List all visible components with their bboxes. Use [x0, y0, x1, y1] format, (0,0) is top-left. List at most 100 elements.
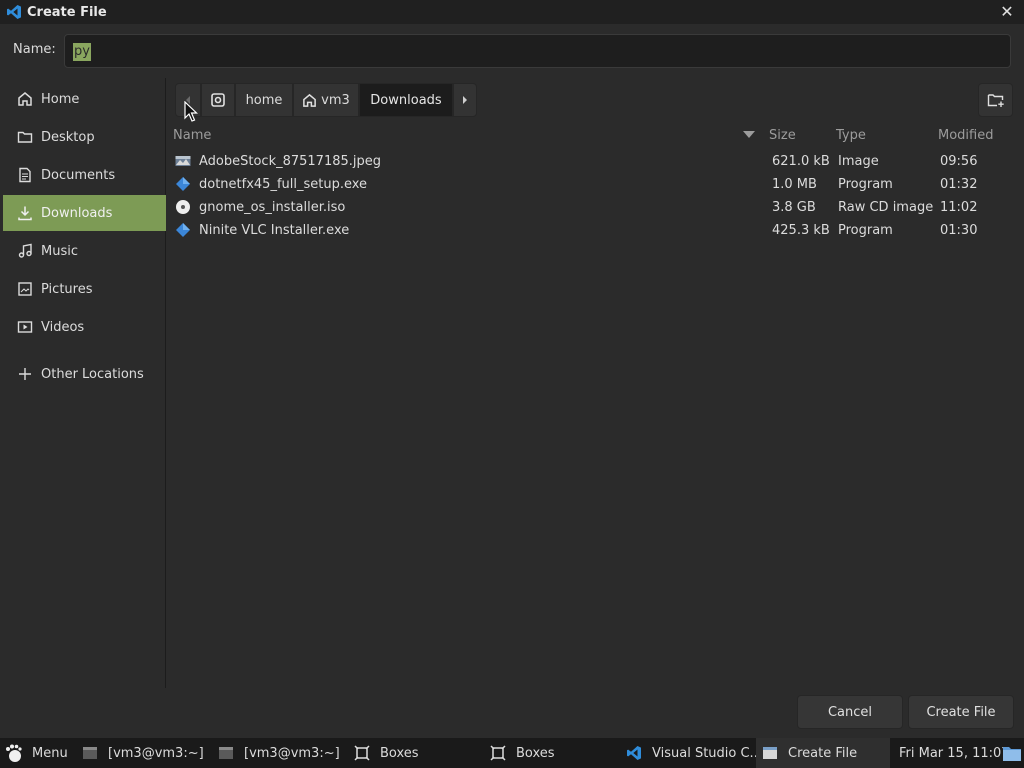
file-type: Program — [838, 177, 893, 192]
new-folder-icon — [987, 92, 1005, 108]
file-size: 621.0 kB — [772, 154, 830, 169]
name-input-value: py — [73, 43, 91, 61]
task-label: Boxes — [516, 745, 555, 761]
file-type: Raw CD image — [838, 200, 934, 215]
menu-button[interactable]: Menu — [4, 738, 68, 768]
clock[interactable]: Fri Mar 15, 11:07 — [899, 738, 1010, 768]
task-label: Visual Studio C... — [652, 745, 762, 761]
file-browser: home vm3 Downloads Name Size Type Modifi… — [167, 78, 1024, 688]
create-file-button-label: Create File — [926, 704, 996, 720]
home-icon — [302, 93, 317, 108]
program-icon — [175, 222, 191, 238]
crumb-downloads[interactable]: Downloads — [359, 83, 453, 117]
file-name: gnome_os_installer.iso — [199, 200, 346, 215]
folder-tray-icon[interactable] — [1002, 738, 1022, 768]
file-name: AdobeStock_87517185.jpeg — [199, 154, 382, 169]
download-icon — [17, 205, 33, 221]
boxes-icon — [354, 745, 370, 761]
dialog-footer: Cancel Create File — [0, 688, 1024, 738]
task-label: [vm3@vm3:~] — [244, 745, 340, 761]
sidebar-item-label: Videos — [41, 319, 85, 335]
task-boxes-1[interactable]: Boxes — [354, 738, 480, 768]
sidebar-item-label: Downloads — [41, 205, 113, 221]
crumb-label: Downloads — [370, 92, 442, 108]
task-create-file[interactable]: Create File — [756, 738, 890, 768]
vscode-icon — [626, 745, 642, 761]
vscode-icon — [6, 4, 22, 20]
create-file-button[interactable]: Create File — [908, 695, 1014, 729]
gnome-foot-icon — [4, 743, 24, 763]
file-row[interactable]: AdobeStock_87517185.jpeg 621.0 kB Image … — [167, 150, 1024, 173]
clock-label: Fri Mar 15, 11:07 — [899, 745, 1010, 761]
sidebar-item-label: Documents — [41, 167, 116, 183]
file-size: 425.3 kB — [772, 223, 830, 238]
crumb-home[interactable]: home — [235, 83, 293, 117]
folder-icon — [17, 129, 33, 145]
file-modified: 09:56 — [940, 154, 978, 169]
file-name: Ninite VLC Installer.exe — [199, 223, 350, 238]
name-label: Name: — [13, 42, 56, 57]
window-icon — [762, 745, 778, 761]
close-icon[interactable]: ✕ — [998, 2, 1016, 22]
menu-label: Menu — [32, 745, 68, 761]
name-input[interactable]: py — [64, 34, 1011, 68]
image-file-icon — [175, 153, 191, 169]
task-label: Boxes — [380, 745, 419, 761]
chevron-right-icon[interactable] — [453, 83, 477, 117]
task-label: [vm3@vm3:~] — [108, 745, 204, 761]
column-size[interactable]: Size — [769, 128, 796, 143]
file-row[interactable]: Ninite VLC Installer.exe 425.3 kB Progra… — [167, 219, 1024, 242]
sidebar-item-documents[interactable]: Documents — [3, 157, 166, 193]
sort-descending-icon[interactable] — [743, 128, 755, 143]
mouse-cursor-icon — [184, 100, 198, 123]
sidebar-item-label: Pictures — [41, 281, 93, 297]
cancel-button[interactable]: Cancel — [797, 695, 903, 729]
window-title: Create File — [27, 4, 107, 20]
drive-icon[interactable] — [201, 83, 235, 117]
file-modified: 01:30 — [940, 223, 978, 238]
new-folder-button[interactable] — [978, 83, 1013, 117]
video-icon — [17, 319, 33, 335]
taskbar: Menu [vm3@vm3:~] [vm3@vm3:~] Boxes Boxes… — [0, 738, 1024, 768]
boxes-icon — [490, 745, 506, 761]
file-size: 1.0 MB — [772, 177, 817, 192]
file-row[interactable]: dotnetfx45_full_setup.exe 1.0 MB Program… — [167, 173, 1024, 196]
name-row: Name: py — [0, 24, 1024, 78]
sidebar-item-downloads[interactable]: Downloads — [3, 195, 166, 231]
sidebar-item-other-locations[interactable]: Other Locations — [3, 356, 166, 392]
column-type[interactable]: Type — [836, 128, 866, 143]
file-modified: 11:02 — [940, 200, 978, 215]
sidebar-item-label: Home — [41, 91, 80, 107]
file-size: 3.8 GB — [772, 200, 816, 215]
title-bar: Create File ✕ — [0, 0, 1024, 24]
task-terminal-1[interactable]: [vm3@vm3:~] — [82, 738, 208, 768]
places-sidebar: Home Desktop Documents Downloads Music P… — [0, 78, 166, 688]
task-vscode[interactable]: Visual Studio C... — [626, 738, 762, 768]
column-name[interactable]: Name — [173, 128, 211, 143]
sidebar-item-pictures[interactable]: Pictures — [3, 271, 166, 307]
sidebar-item-desktop[interactable]: Desktop — [3, 119, 166, 155]
file-row[interactable]: gnome_os_installer.iso 3.8 GB Raw CD ima… — [167, 196, 1024, 219]
disc-icon — [175, 199, 191, 215]
task-label: Create File — [788, 745, 858, 761]
sidebar-item-videos[interactable]: Videos — [3, 309, 166, 345]
home-icon — [17, 91, 33, 107]
cancel-button-label: Cancel — [827, 704, 873, 720]
terminal-icon — [218, 745, 234, 761]
path-bar: home vm3 Downloads — [175, 83, 477, 117]
column-modified[interactable]: Modified — [938, 128, 993, 143]
sidebar-item-label: Music — [41, 243, 78, 259]
crumb-label: vm3 — [321, 92, 350, 108]
column-header: Name Size Type Modified — [167, 124, 1024, 148]
sidebar-item-music[interactable]: Music — [3, 233, 166, 269]
sidebar-item-home[interactable]: Home — [3, 81, 166, 117]
crumb-vm3[interactable]: vm3 — [293, 83, 359, 117]
music-icon — [17, 243, 33, 259]
document-icon — [17, 167, 33, 183]
task-terminal-2[interactable]: [vm3@vm3:~] — [218, 738, 344, 768]
file-type: Program — [838, 223, 893, 238]
sidebar-item-label: Desktop — [41, 129, 95, 145]
task-boxes-2[interactable]: Boxes — [490, 738, 616, 768]
image-icon — [17, 281, 33, 297]
sidebar-item-label: Other Locations — [41, 366, 144, 382]
